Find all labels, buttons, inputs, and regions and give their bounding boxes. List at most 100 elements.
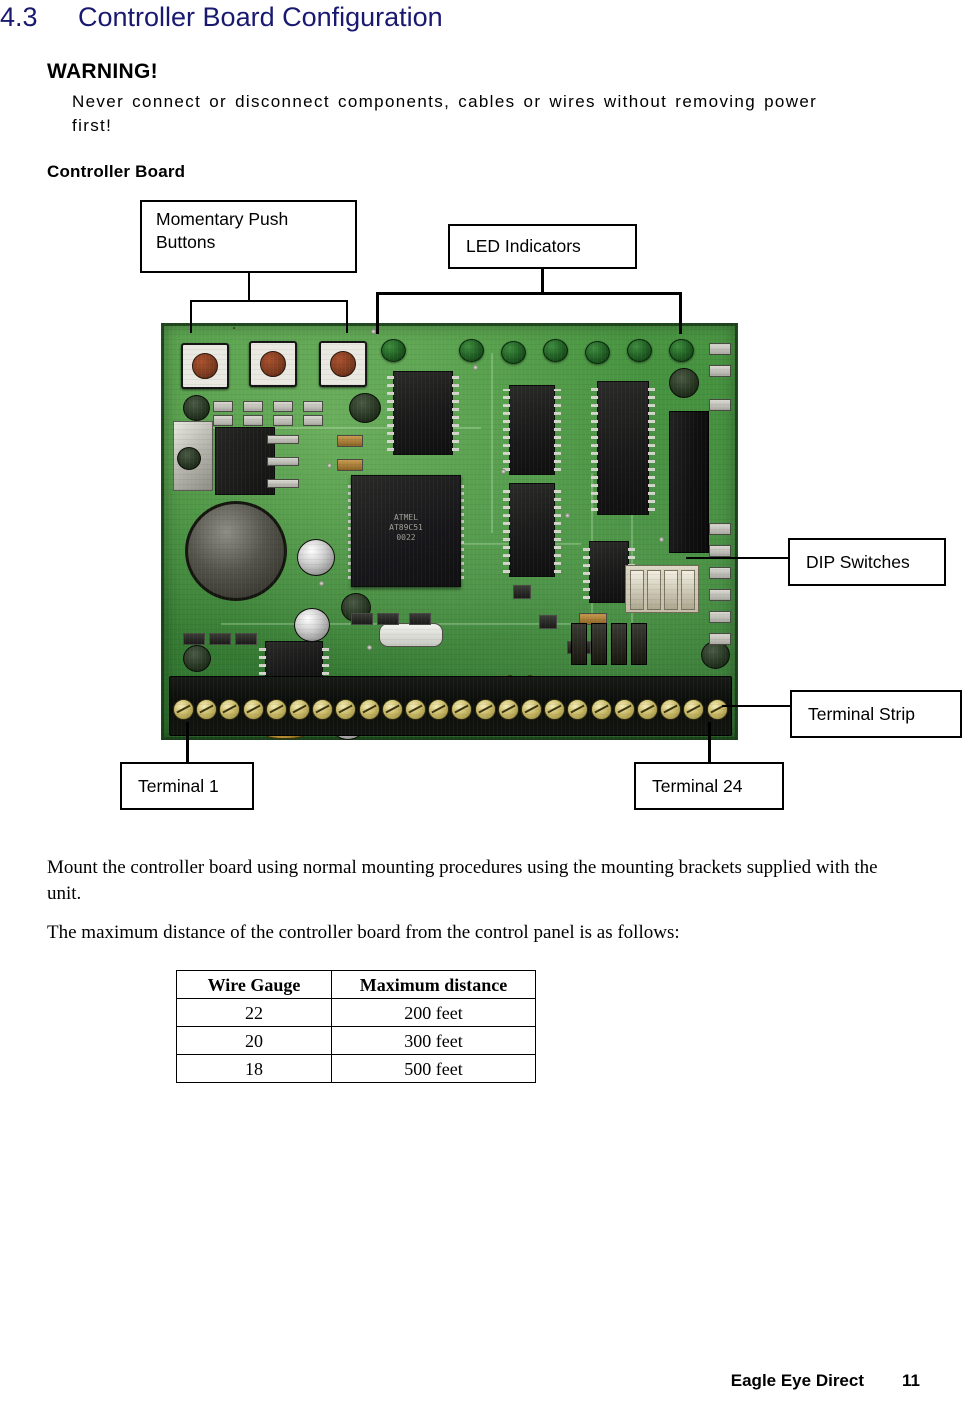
solder-pad [709, 545, 731, 557]
integrated-circuit [503, 483, 561, 577]
led-indicator [669, 339, 694, 362]
mounting-hole [177, 447, 201, 470]
leader-led-drop-r [679, 292, 682, 334]
solder-pad [709, 589, 731, 601]
dip-switch [664, 570, 678, 610]
leader-pushbuttons-drop-r [346, 300, 348, 333]
tantalum-capacitor [501, 675, 519, 721]
ic-pins [628, 545, 635, 599]
regulator-pin [267, 479, 299, 488]
terminal-screw-20 [613, 699, 635, 720]
tantalum-capacitor [233, 327, 235, 329]
integrated-circuit [503, 385, 561, 475]
terminal-screw-16 [521, 699, 543, 720]
pcb-trace [631, 383, 633, 633]
regulator-pin [267, 435, 299, 444]
cell-max-distance: 500 feet [331, 1054, 536, 1083]
resistor-band [636, 682, 639, 691]
resistor-band [648, 682, 651, 691]
solder-pad [709, 523, 731, 535]
callout-label-line1: Momentary Push [156, 209, 289, 229]
cell-max-distance: 200 feet [331, 998, 536, 1027]
crystal-oscillator [379, 623, 443, 647]
smd-capacitor [235, 633, 257, 645]
resistor-band [624, 682, 627, 691]
pcb-trace [491, 353, 493, 533]
integrated-circuit [583, 541, 635, 603]
ic-pins [387, 375, 394, 451]
dip-switch-bank [625, 565, 699, 613]
smd-capacitor [409, 613, 431, 625]
comparator-ic: LM339 [371, 677, 431, 707]
table-row: 20 300 feet [176, 1026, 536, 1055]
capacitor [183, 645, 211, 672]
ic-marking: ATMEL AT89C51 0022 [389, 513, 423, 543]
led-indicator [543, 339, 568, 362]
cell-wire-gauge: 22 [176, 998, 332, 1027]
terminal-screw-22 [660, 699, 682, 720]
callout-label: DIP Switches [806, 551, 910, 572]
push-button-cap [260, 351, 286, 377]
footer-page-number: 11 [902, 1371, 920, 1390]
ic-marking: LM339 [390, 686, 412, 695]
callout-label: LED Indicators [466, 236, 581, 256]
capacitor [701, 641, 730, 669]
battery-holder [185, 501, 287, 601]
led-indicator [381, 339, 406, 362]
push-button [181, 343, 229, 389]
via [501, 469, 506, 474]
resistor-lead [682, 685, 694, 687]
body-paragraph-2: The maximum distance of the controller b… [47, 922, 680, 943]
film-capacitor [571, 623, 587, 665]
terminal-screw-18 [567, 699, 589, 720]
resistor-band [648, 712, 651, 721]
microcontroller-ic: ATMEL AT89C51 0022 [348, 475, 464, 587]
smd-capacitor [539, 615, 557, 629]
film-capacitor [631, 623, 647, 665]
resistor-lead [600, 715, 612, 717]
via [371, 329, 376, 334]
pcb-trace [351, 543, 581, 545]
via [327, 463, 332, 468]
callout-label: Terminal 1 [138, 775, 219, 796]
via [659, 537, 664, 542]
electrolytic-capacitor [297, 539, 335, 576]
smd-capacitor [377, 613, 399, 625]
controller-board-photo: ATMEL AT89C51 0022 LM339 LM339 [161, 323, 738, 740]
via [473, 365, 478, 370]
leader-pushbuttons-stem [248, 273, 250, 302]
terminal-screw-11 [405, 699, 427, 720]
subsection-heading: Controller Board [47, 162, 186, 181]
terminal-strip [169, 676, 732, 736]
terminal-screw-8 [335, 699, 357, 720]
integrated-circuit [259, 641, 329, 687]
solder-pad [709, 365, 731, 377]
electrolytic-capacitor [294, 608, 330, 642]
terminal-screw-1 [173, 699, 194, 720]
warning-title: WARNING! [47, 60, 158, 83]
terminal-screw-3 [219, 699, 241, 720]
push-button [319, 341, 367, 387]
ic-pins [322, 645, 329, 683]
terminal-screw-5 [265, 699, 287, 720]
ic-pins [503, 487, 510, 573]
resistor-band [624, 712, 627, 721]
leader-pushbuttons-drop-l [190, 300, 192, 333]
smd-capacitor [567, 641, 591, 654]
led-indicator [459, 339, 484, 362]
terminal-screw-2 [196, 699, 218, 720]
footer-company: Eagle Eye Direct [730, 1371, 865, 1390]
via [481, 695, 486, 700]
tantalum-capacitor [261, 723, 309, 739]
callout-label-line2: Buttons [156, 232, 216, 252]
column-header-wire-gauge: Wire Gauge [176, 970, 332, 999]
leader-led-drop-l [376, 292, 379, 334]
smd-resistor [273, 415, 293, 426]
board-edge [161, 323, 738, 740]
smd-capacitor [513, 585, 531, 599]
terminal-screw-10 [381, 699, 403, 720]
table-header-row: Wire Gauge Maximum distance [176, 970, 536, 999]
leader-dipswitches [686, 557, 788, 559]
terminal-screw-14 [474, 699, 496, 720]
led-indicator [627, 339, 652, 362]
